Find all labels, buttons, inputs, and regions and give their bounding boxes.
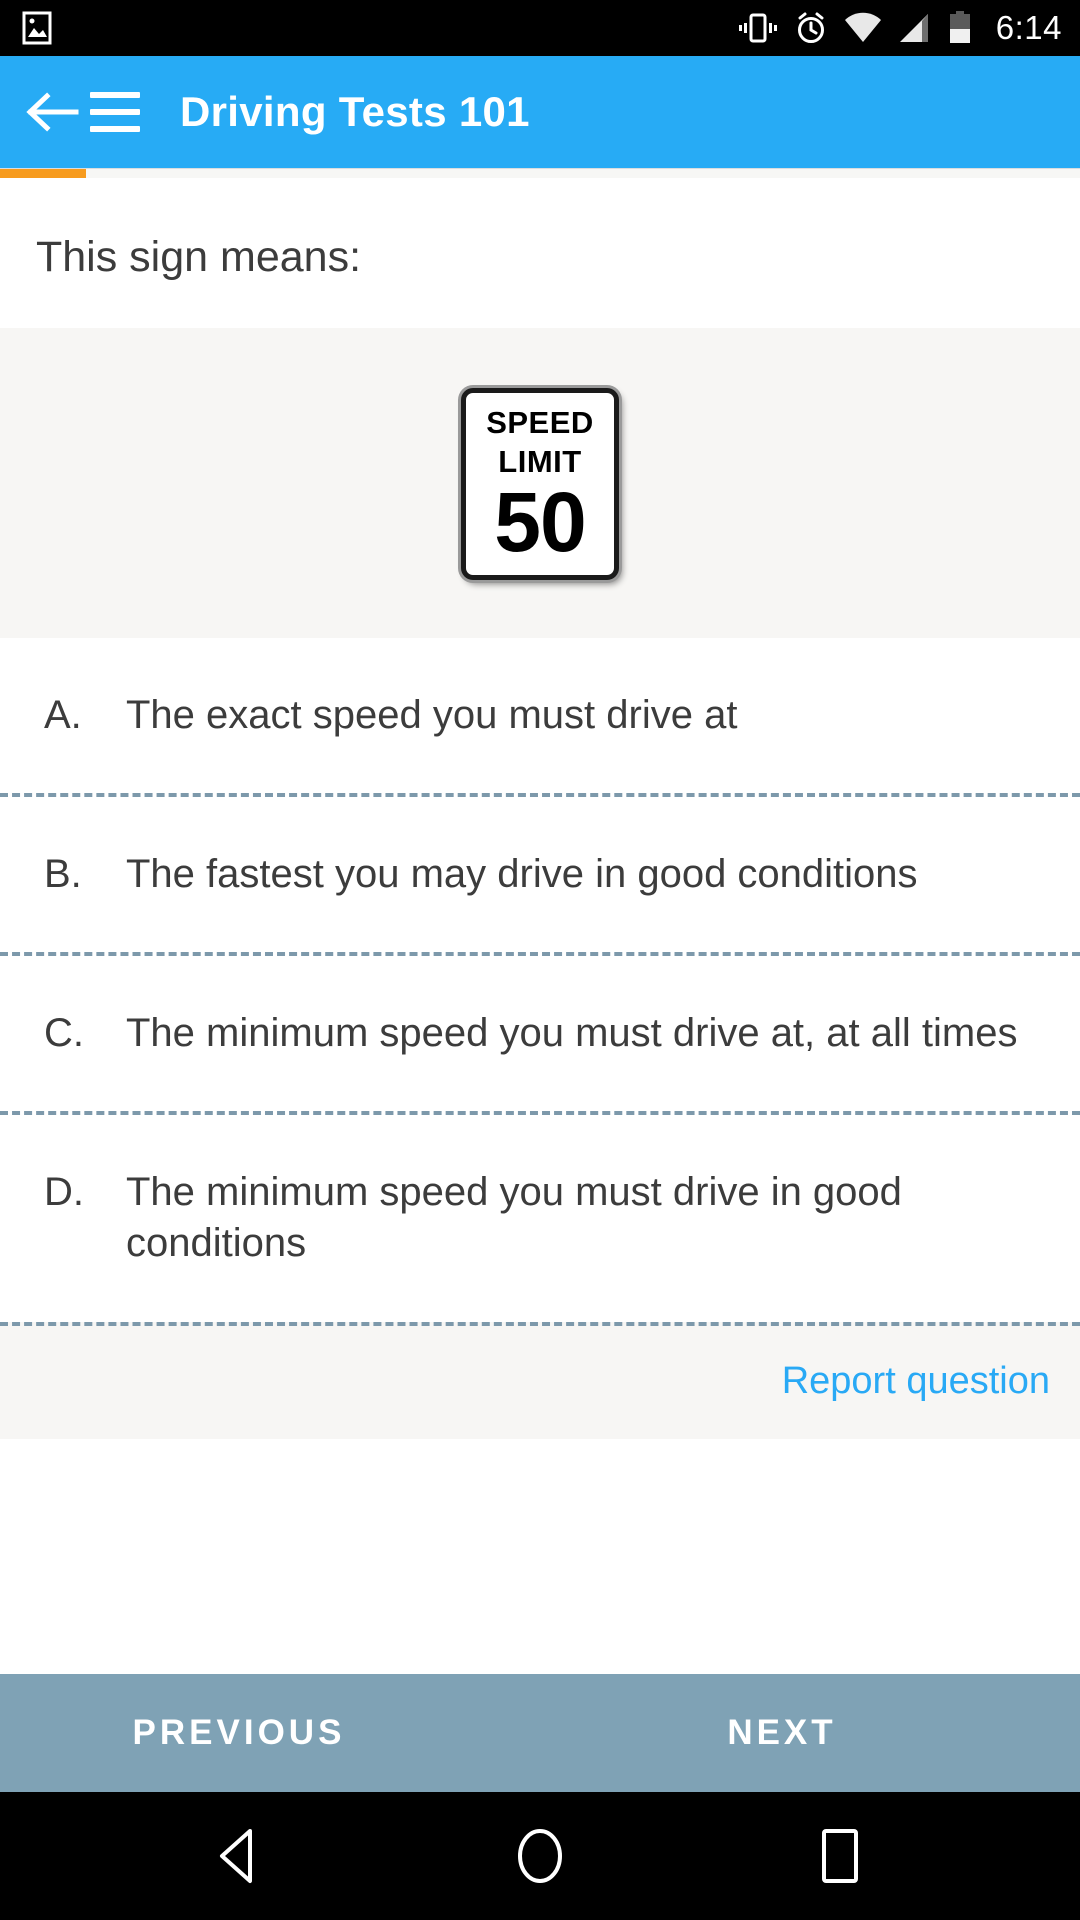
status-bar: 6:14 [0,0,1080,56]
sign-speed-value: 50 [494,474,586,569]
option-text: The minimum speed you must drive at, at … [126,1010,1018,1055]
system-back-button[interactable] [195,1811,285,1901]
previous-button[interactable]: PREVIOUS [0,1713,540,1753]
question-image-panel: SPEED LIMIT 50 [0,327,1080,638]
hamburger-icon [90,92,140,132]
answer-option-c[interactable]: C. The minimum speed you must drive at, … [0,951,1080,1112]
app-bar: Driving Tests 101 [0,56,1080,168]
system-recents-button[interactable] [795,1811,885,1901]
speed-limit-sign: SPEED LIMIT 50 [461,387,619,580]
wifi-icon [844,12,881,43]
home-circle-icon [518,1829,562,1883]
status-bar-right-icons: 6:14 [738,9,1062,47]
option-text: The exact speed you must drive at [126,692,738,737]
option-text: The minimum speed you must drive in good… [126,1170,902,1266]
system-navigation-bar [0,1792,1080,1920]
answer-option-b[interactable]: B. The fastest you may drive in good con… [0,792,1080,952]
back-arrow-icon [26,92,79,132]
quiz-content: This sign means: SPEED LIMIT 50 A. The e… [0,178,1080,1674]
status-bar-left-icons [22,11,52,45]
option-letter: A. [44,692,82,737]
back-button[interactable] [22,81,84,143]
battery-icon [949,11,970,43]
photo-icon [22,11,52,45]
alarm-icon [797,12,824,43]
report-question-link[interactable]: Report question [782,1360,1050,1402]
signal-icon [899,14,928,42]
option-letter: D. [44,1170,84,1215]
menu-button[interactable] [84,81,146,143]
answer-options-list: A. The exact speed you must drive at B. … [0,637,1080,1322]
answer-option-a[interactable]: A. The exact speed you must drive at [0,637,1080,793]
app-screen: 6:14 Driving Tests 101 This sign means: … [0,0,1080,1920]
option-letter: C. [44,1010,84,1055]
back-triangle-icon [220,1829,252,1883]
question-prompt: This sign means: [0,178,1080,328]
system-home-button[interactable] [495,1811,585,1901]
option-letter: B. [44,851,82,896]
status-bar-clock: 6:14 [995,9,1062,46]
sign-line-limit: LIMIT [498,443,582,479]
option-text: The fastest you may drive in good condit… [126,851,918,896]
report-question-row: Report question [0,1321,1080,1439]
quiz-progress-fill [0,169,87,178]
answer-option-d[interactable]: D. The minimum speed you must drive in g… [0,1111,1080,1322]
next-button[interactable]: NEXT [540,1713,1080,1753]
recents-square-icon [822,1829,858,1883]
quiz-navigation-bar: PREVIOUS NEXT [0,1674,1080,1792]
sign-line-speed: SPEED [486,404,594,440]
vibrate-icon [738,13,777,43]
quiz-progress-bar [0,168,1080,178]
page-title: Driving Tests 101 [180,88,530,135]
